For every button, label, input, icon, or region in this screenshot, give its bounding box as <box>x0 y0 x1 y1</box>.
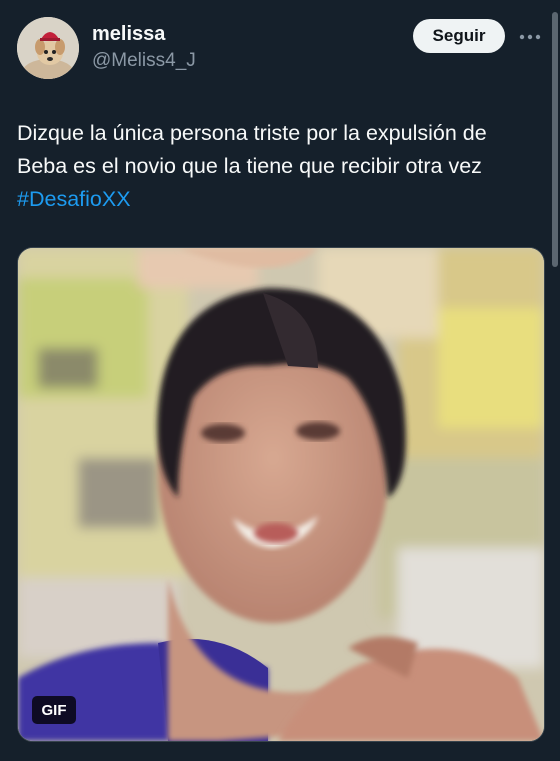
tweet-text: Dizque la única persona triste por la ex… <box>17 117 542 216</box>
tweet-media-gif[interactable]: GIF <box>17 247 545 742</box>
avatar[interactable] <box>17 17 79 79</box>
user-handle[interactable]: @Meliss4_J <box>92 50 196 72</box>
more-horizontal-icon <box>519 34 541 40</box>
user-name[interactable]: melissa <box>92 23 165 46</box>
gif-badge: GIF <box>32 696 76 724</box>
scrollbar[interactable] <box>552 0 560 761</box>
scrollbar-thumb[interactable] <box>552 12 558 267</box>
tweet-body: Dizque la única persona triste por la ex… <box>17 121 487 178</box>
tweet-header: melissa @Meliss4_J Seguir <box>0 0 560 100</box>
avatar-image <box>17 17 79 79</box>
gif-frame <box>18 248 544 741</box>
more-options-button[interactable] <box>517 24 543 50</box>
hashtag-link[interactable]: #DesafioXX <box>17 187 131 211</box>
follow-button[interactable]: Seguir <box>413 19 505 53</box>
